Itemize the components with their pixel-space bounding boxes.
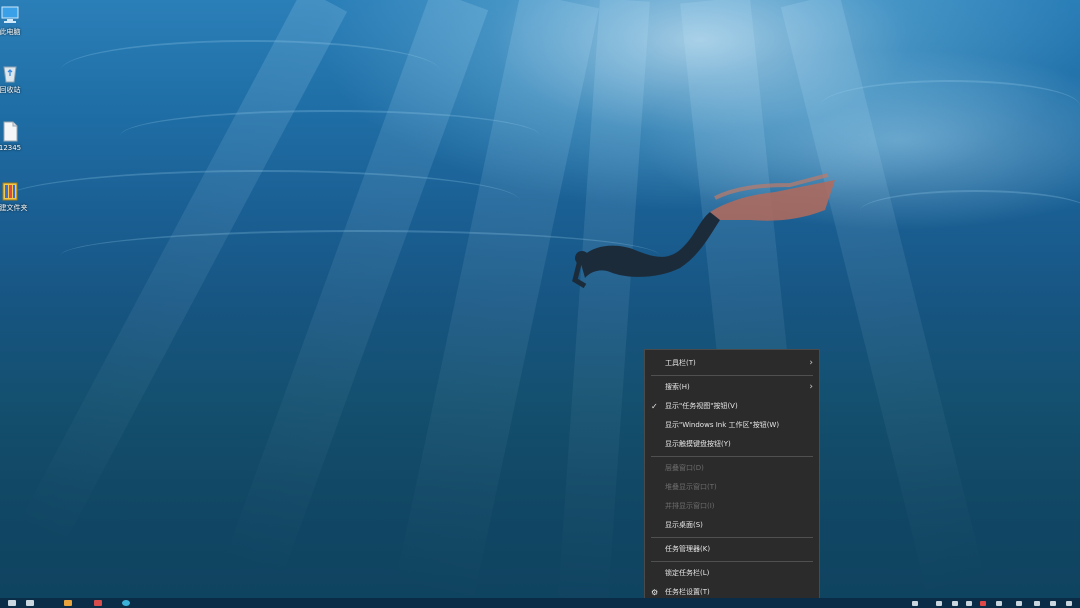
menu-separator bbox=[651, 561, 813, 562]
tray-icon[interactable] bbox=[912, 601, 918, 606]
menu-separator bbox=[651, 375, 813, 376]
computer-icon bbox=[0, 4, 21, 26]
menu-item-label: 层叠窗口(D) bbox=[665, 464, 704, 472]
notification-icon[interactable] bbox=[980, 601, 986, 606]
network-icon[interactable] bbox=[936, 601, 942, 606]
menu-item-cascade-windows: 层叠窗口(D) bbox=[645, 459, 819, 478]
menu-item-label: 工具栏(T) bbox=[665, 359, 696, 367]
tray-icon[interactable] bbox=[1066, 601, 1072, 606]
menu-item-label: 任务管理器(K) bbox=[665, 545, 711, 553]
start-icon[interactable] bbox=[8, 600, 16, 606]
menu-item-stack-windows: 堆叠显示窗口(T) bbox=[645, 478, 819, 497]
chevron-right-icon: › bbox=[809, 358, 813, 368]
wave-line bbox=[820, 80, 1080, 132]
tray-icon[interactable] bbox=[1034, 601, 1040, 606]
task-view-icon[interactable] bbox=[26, 600, 34, 606]
menu-item-task-manager[interactable]: 任务管理器(K) bbox=[645, 540, 819, 559]
desktop: 此电脑 回收站 12345 新建文件夹 工具栏(T) › 搜索(H) › ✓ 显… bbox=[0, 0, 1080, 608]
desktop-icon-label: 回收站 bbox=[0, 86, 21, 94]
menu-item-label: 显示"Windows Ink 工作区"按钮(W) bbox=[665, 421, 780, 429]
desktop-icon-label: 新建文件夹 bbox=[0, 204, 28, 212]
menu-item-show-task-view-button[interactable]: ✓ 显示"任务视图"按钮(V) bbox=[645, 397, 819, 416]
menu-item-show-touch-keyboard-button[interactable]: 显示触摸键盘按钮(Y) bbox=[645, 435, 819, 454]
menu-item-label: 并排显示窗口(I) bbox=[665, 502, 715, 510]
menu-item-lock-taskbar[interactable]: 锁定任务栏(L) bbox=[645, 564, 819, 583]
file-icon bbox=[0, 120, 21, 142]
menu-item-toolbars[interactable]: 工具栏(T) › bbox=[645, 354, 819, 373]
wave-line bbox=[860, 190, 1080, 232]
menu-item-label: 显示触摸键盘按钮(Y) bbox=[665, 440, 731, 448]
menu-item-search[interactable]: 搜索(H) › bbox=[645, 378, 819, 397]
browser-icon[interactable] bbox=[64, 600, 72, 606]
taskbar-context-menu: 工具栏(T) › 搜索(H) › ✓ 显示"任务视图"按钮(V) 显示"Wind… bbox=[644, 349, 820, 608]
menu-item-label: 显示桌面(S) bbox=[665, 521, 703, 529]
edge-icon[interactable] bbox=[122, 600, 130, 606]
desktop-icon-label: 12345 bbox=[0, 144, 22, 152]
tray-icon[interactable] bbox=[996, 601, 1002, 606]
tray-icon[interactable] bbox=[1016, 601, 1022, 606]
menu-separator bbox=[651, 456, 813, 457]
archive-icon bbox=[0, 180, 21, 202]
menu-item-show-windows-ink-button[interactable]: 显示"Windows Ink 工作区"按钮(W) bbox=[645, 416, 819, 435]
checkmark-icon: ✓ bbox=[651, 402, 658, 411]
menu-item-label: 搜索(H) bbox=[665, 383, 690, 391]
desktop-icon-archive[interactable]: 新建文件夹 bbox=[0, 180, 28, 213]
desktop-icon-label: 此电脑 bbox=[0, 28, 21, 36]
desktop-icon-file[interactable]: 12345 bbox=[0, 120, 28, 153]
menu-item-label: 显示"任务视图"按钮(V) bbox=[665, 402, 738, 410]
menu-item-label: 任务栏设置(T) bbox=[665, 588, 710, 596]
swimmer-silhouette bbox=[572, 173, 835, 289]
recycle-bin-icon bbox=[0, 62, 21, 84]
wave-line bbox=[0, 170, 520, 232]
desktop-icon-this-pc[interactable]: 此电脑 bbox=[0, 4, 28, 37]
tray-icon[interactable] bbox=[1050, 601, 1056, 606]
chevron-right-icon: › bbox=[809, 382, 813, 392]
menu-item-label: 堆叠显示窗口(T) bbox=[665, 483, 717, 491]
desktop-icon-recycle-bin[interactable]: 回收站 bbox=[0, 62, 28, 95]
menu-item-label: 锁定任务栏(L) bbox=[665, 569, 710, 577]
menu-separator bbox=[651, 537, 813, 538]
volume-icon[interactable] bbox=[952, 601, 958, 606]
battery-icon[interactable] bbox=[966, 601, 972, 606]
menu-item-side-by-side-windows: 并排显示窗口(I) bbox=[645, 497, 819, 516]
wave-line bbox=[60, 40, 440, 102]
menu-item-show-desktop[interactable]: 显示桌面(S) bbox=[645, 516, 819, 535]
app-icon[interactable] bbox=[94, 600, 102, 606]
wave-line bbox=[120, 110, 540, 162]
taskbar[interactable] bbox=[0, 598, 1080, 608]
